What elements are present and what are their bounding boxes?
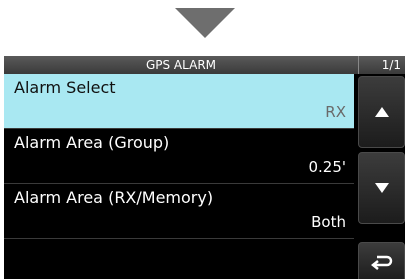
menu-item-alarm-select[interactable]: Alarm Select RX: [4, 74, 354, 129]
up-arrow-icon: [374, 107, 389, 117]
menu-item-value: Both: [311, 213, 346, 231]
menu-item-label: Alarm Area (Group): [14, 133, 170, 152]
pointer-down-arrow-icon: [175, 8, 235, 38]
menu-item-alarm-area-rx-memory[interactable]: Alarm Area (RX/Memory) Both: [4, 184, 354, 239]
screen-title: GPS ALARM: [145, 58, 217, 72]
menu-item-value: 0.25': [308, 158, 346, 176]
scroll-down-button[interactable]: [358, 152, 405, 224]
scroll-up-button[interactable]: [358, 76, 405, 148]
menu-item-value: RX: [325, 103, 346, 121]
menu-item-alarm-area-group[interactable]: Alarm Area (Group) 0.25': [4, 129, 354, 184]
radio-screen: GPS ALARM 1/1 Alarm Select RX Alarm Area…: [4, 56, 405, 279]
title-bar: GPS ALARM 1/1: [4, 56, 405, 74]
down-arrow-icon: [374, 183, 389, 193]
menu-item-label: Alarm Area (RX/Memory): [14, 188, 214, 207]
back-return-icon: [370, 253, 393, 271]
back-button[interactable]: [358, 242, 405, 279]
menu-list: Alarm Select RX Alarm Area (Group) 0.25'…: [4, 74, 354, 239]
title-divider: [358, 56, 359, 74]
page-indicator: 1/1: [381, 58, 401, 72]
side-button-panel: [357, 74, 405, 279]
menu-item-label: Alarm Select: [14, 78, 116, 97]
